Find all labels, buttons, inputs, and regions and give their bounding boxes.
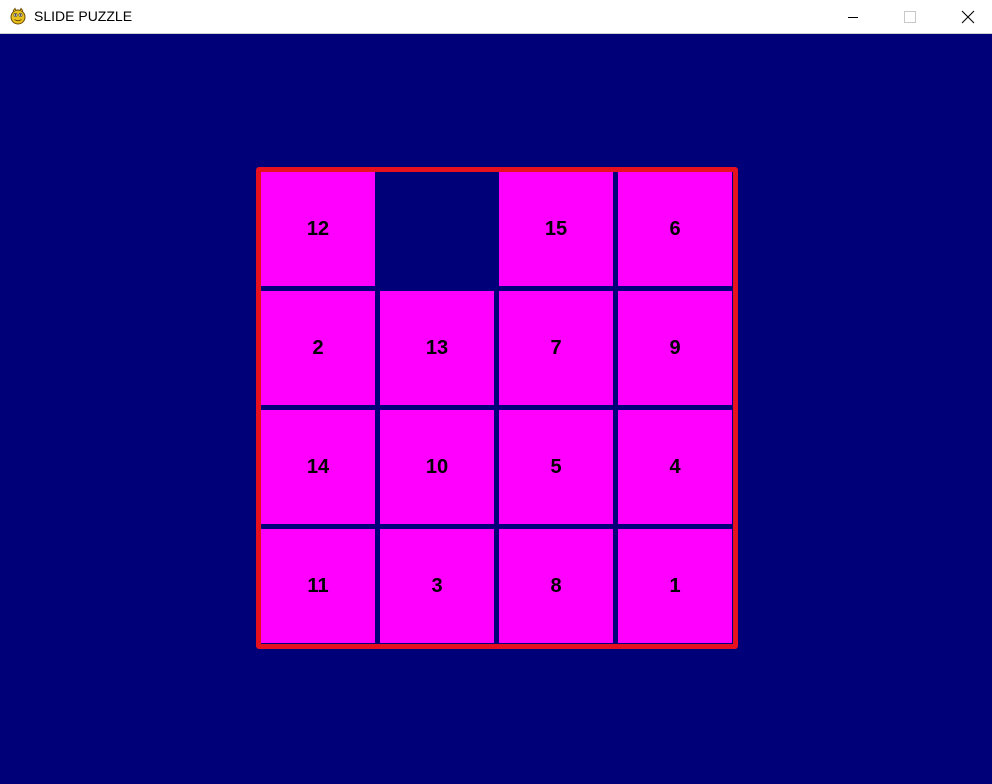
puzzle-tile[interactable]: 13 bbox=[380, 291, 494, 405]
puzzle-tile[interactable]: 14 bbox=[261, 410, 375, 524]
maximize-button[interactable] bbox=[881, 0, 939, 33]
puzzle-tile[interactable]: 8 bbox=[499, 529, 613, 643]
title-bar: SLIDE PUZZLE bbox=[0, 0, 992, 34]
puzzle-tile[interactable]: 5 bbox=[499, 410, 613, 524]
minimize-icon bbox=[848, 16, 858, 18]
puzzle-tile[interactable]: 2 bbox=[261, 291, 375, 405]
puzzle-tile[interactable]: 12 bbox=[261, 172, 375, 286]
pygame-snake-icon bbox=[10, 7, 26, 25]
game-window: SLIDE PUZZLE 12 15 6 2 13 7 9 14 10 5 4 11 3 8 1 bbox=[0, 0, 992, 784]
puzzle-tile[interactable]: 7 bbox=[499, 291, 613, 405]
close-button[interactable] bbox=[939, 0, 992, 33]
puzzle-tile[interactable]: 11 bbox=[261, 529, 375, 643]
puzzle-tile[interactable]: 10 bbox=[380, 410, 494, 524]
puzzle-tile[interactable]: 1 bbox=[618, 529, 732, 643]
puzzle-tile[interactable]: 3 bbox=[380, 529, 494, 643]
puzzle-tile[interactable]: 9 bbox=[618, 291, 732, 405]
puzzle-tile[interactable]: 6 bbox=[618, 172, 732, 286]
close-icon bbox=[961, 10, 975, 23]
puzzle-tile[interactable]: 4 bbox=[618, 410, 732, 524]
puzzle-tile[interactable]: 15 bbox=[499, 172, 613, 286]
window-title: SLIDE PUZZLE bbox=[34, 8, 133, 24]
maximize-icon bbox=[904, 10, 916, 23]
minimize-button[interactable] bbox=[824, 0, 882, 33]
